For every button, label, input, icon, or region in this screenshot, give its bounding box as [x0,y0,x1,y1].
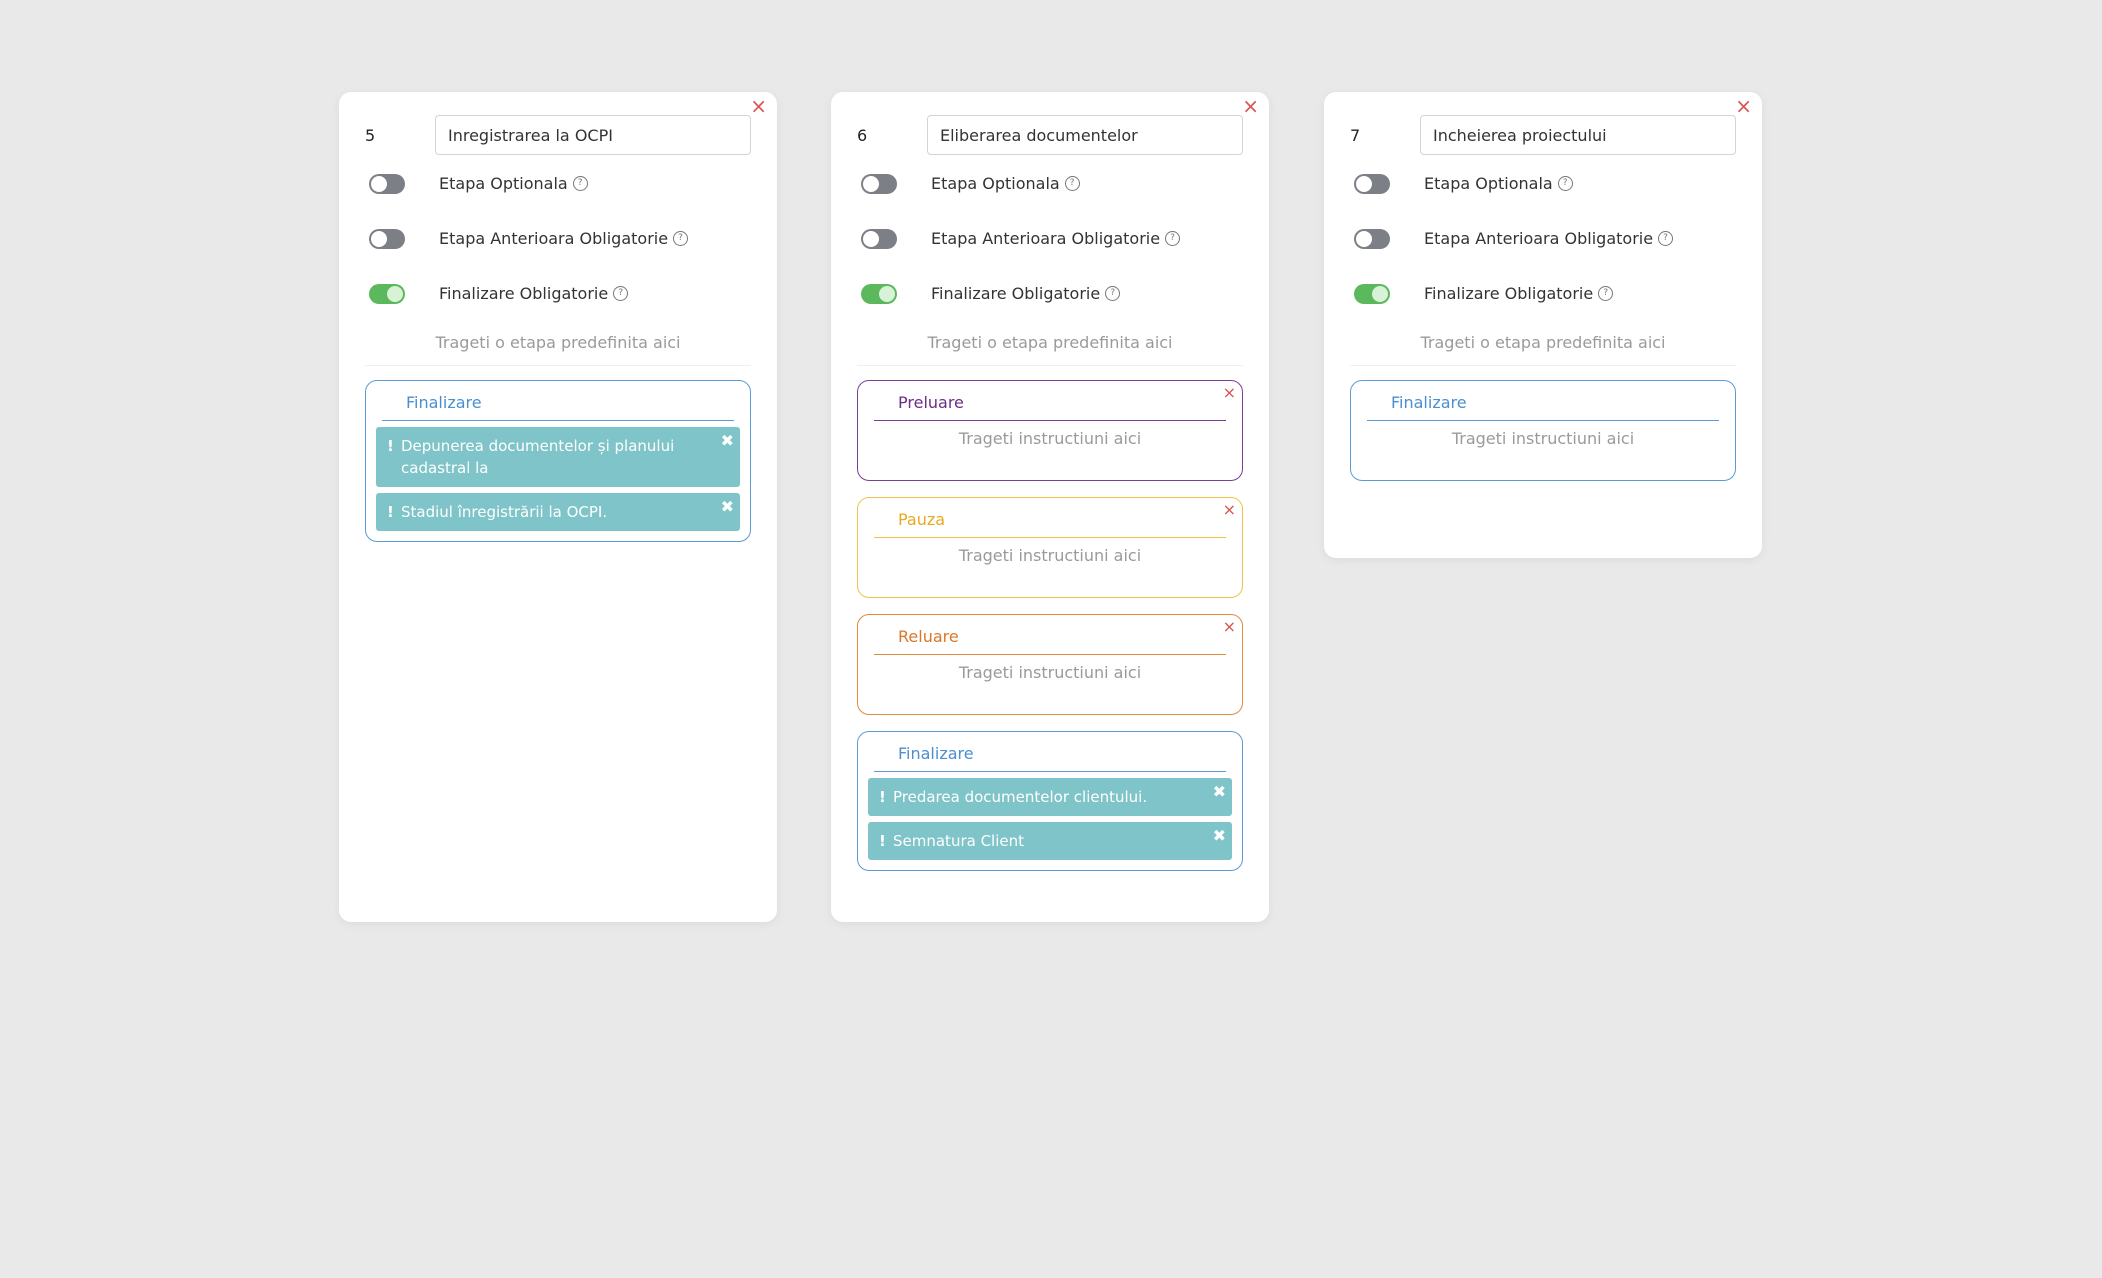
mandatory-completion-label: Finalizare Obligatorie [439,284,609,303]
optional-stage-row: Etapa Optionala ? [1350,156,1736,211]
toggle-knob [879,285,895,302]
mandatory-completion-label: Finalizare Obligatorie [931,284,1101,303]
block-title: Preluare [874,391,1226,421]
stage-header: 6 [857,114,1243,156]
instruction-dropzone[interactable]: Trageti instructiuni aici [868,655,1232,704]
stage-number: 6 [857,125,868,145]
mandatory-completion-toggle[interactable] [1354,283,1390,304]
instruction-item[interactable]: ! Predarea documentelor clientului. ✖ [868,778,1232,816]
instruction-item[interactable]: ! Depunerea documentelor și planului cad… [376,427,740,487]
help-icon[interactable]: ? [572,176,588,191]
block-title: Finalizare [874,742,1226,772]
previous-mandatory-row: Etapa Anterioara Obligatorie ? [365,211,751,266]
optional-stage-toggle[interactable] [369,173,405,194]
previous-mandatory-toggle[interactable] [1354,228,1390,249]
toggle-knob [1372,285,1388,302]
block-title: Finalizare [382,391,734,421]
stage-name-input[interactable] [927,115,1243,155]
mandatory-completion-row: Finalizare Obligatorie ? [365,266,751,321]
close-icon[interactable]: × [1735,96,1752,116]
toggle-knob [387,285,403,302]
close-icon[interactable]: × [1223,617,1236,636]
stage-name-input[interactable] [435,115,751,155]
stage-header: 7 [1350,114,1736,156]
finalizare-block[interactable]: Finalizare ! Depunerea documentelor și p… [365,380,751,542]
instruction-dropzone[interactable]: Trageti instructiuni aici [1361,421,1725,470]
previous-mandatory-label: Etapa Anterioara Obligatorie [931,229,1161,248]
previous-mandatory-label: Etapa Anterioara Obligatorie [439,229,669,248]
predefined-stage-dropzone[interactable]: Trageti o etapa predefinita aici [1350,321,1736,366]
mandatory-completion-label: Finalizare Obligatorie [1424,284,1594,303]
stage-name-input[interactable] [1420,115,1736,155]
exclamation-icon: ! [879,788,886,806]
exclamation-icon: ! [387,503,394,521]
instruction-text: Semnatura Client [893,832,1025,850]
stage-number: 5 [365,125,376,145]
instruction-dropzone[interactable]: Trageti instructiuni aici [868,421,1232,470]
mandatory-completion-toggle[interactable] [369,283,405,304]
instruction-dropzone[interactable]: Trageti instructiuni aici [868,538,1232,587]
help-icon[interactable]: ? [1658,231,1674,246]
help-icon[interactable]: ? [613,286,629,301]
toggle-knob [1356,230,1372,247]
block-title: Reluare [874,625,1226,655]
mandatory-completion-row: Finalizare Obligatorie ? [1350,266,1736,321]
remove-icon[interactable]: ✖ [1213,781,1226,803]
instruction-item[interactable]: ! Semnatura Client ✖ [868,822,1232,860]
help-icon[interactable]: ? [1598,286,1614,301]
close-icon[interactable]: × [1223,500,1236,519]
preluare-block[interactable]: × Preluare Trageti instructiuni aici [857,380,1243,481]
finalizare-block[interactable]: Finalizare ! Predarea documentelor clien… [857,731,1243,871]
exclamation-icon: ! [879,832,886,850]
toggle-knob [1356,175,1372,192]
close-icon[interactable]: × [750,96,767,116]
stage-card-7: × 7 Etapa Optionala ? Etapa Anterioara O… [1324,92,1762,558]
close-icon[interactable]: × [1223,383,1236,402]
toggle-knob [863,230,879,247]
stage-card-6: × 6 Etapa Optionala ? Etapa Anterioara O… [831,92,1269,922]
optional-stage-row: Etapa Optionala ? [857,156,1243,211]
optional-stage-label: Etapa Optionala [1424,174,1553,193]
toggle-knob [371,230,387,247]
remove-icon[interactable]: ✖ [1213,825,1226,847]
optional-stage-toggle[interactable] [861,173,897,194]
block-title: Finalizare [1367,391,1719,421]
predefined-stage-dropzone[interactable]: Trageti o etapa predefinita aici [365,321,751,366]
stage-number: 7 [1350,125,1361,145]
remove-icon[interactable]: ✖ [721,496,734,518]
stage-card-5: × 5 Etapa Optionala ? Etapa Anterioara O… [339,92,777,922]
help-icon[interactable]: ? [1165,231,1181,246]
help-icon[interactable]: ? [673,231,689,246]
previous-mandatory-toggle[interactable] [861,228,897,249]
mandatory-completion-toggle[interactable] [861,283,897,304]
instruction-text: Stadiul înregistrării la OCPI. [401,503,608,521]
exclamation-icon: ! [387,437,394,455]
help-icon[interactable]: ? [1105,286,1121,301]
instruction-item[interactable]: ! Stadiul înregistrării la OCPI. ✖ [376,493,740,531]
pauza-block[interactable]: × Pauza Trageti instructiuni aici [857,497,1243,598]
help-icon[interactable]: ? [1557,176,1573,191]
help-icon[interactable]: ? [1064,176,1080,191]
block-title: Pauza [874,508,1226,538]
previous-mandatory-row: Etapa Anterioara Obligatorie ? [857,211,1243,266]
instruction-text: Depunerea documentelor și planului cadas… [401,437,675,477]
remove-icon[interactable]: ✖ [721,430,734,452]
reluare-block[interactable]: × Reluare Trageti instructiuni aici [857,614,1243,715]
finalizare-block[interactable]: Finalizare Trageti instructiuni aici [1350,380,1736,481]
stage-header: 5 [365,114,751,156]
mandatory-completion-row: Finalizare Obligatorie ? [857,266,1243,321]
instruction-text: Predarea documentelor clientului. [893,788,1148,806]
close-icon[interactable]: × [1242,96,1259,116]
toggle-knob [371,175,387,192]
previous-mandatory-row: Etapa Anterioara Obligatorie ? [1350,211,1736,266]
optional-stage-label: Etapa Optionala [439,174,568,193]
optional-stage-label: Etapa Optionala [931,174,1060,193]
optional-stage-row: Etapa Optionala ? [365,156,751,211]
predefined-stage-dropzone[interactable]: Trageti o etapa predefinita aici [857,321,1243,366]
optional-stage-toggle[interactable] [1354,173,1390,194]
toggle-knob [863,175,879,192]
previous-mandatory-toggle[interactable] [369,228,405,249]
previous-mandatory-label: Etapa Anterioara Obligatorie [1424,229,1654,248]
